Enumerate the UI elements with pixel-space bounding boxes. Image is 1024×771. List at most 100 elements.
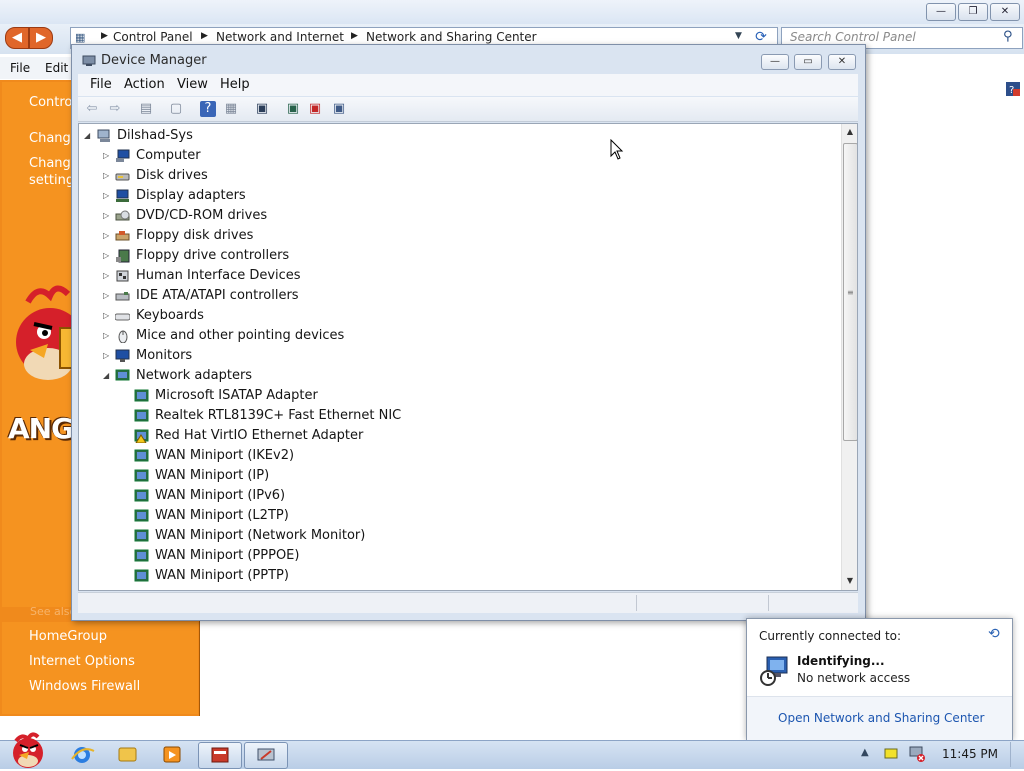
tree-root[interactable]: ◢ Dilshad-Sys: [79, 126, 839, 146]
tree-category[interactable]: ▷ IDE ATA/ATAPI controllers: [79, 286, 839, 306]
tree-device[interactable]: WAN Miniport (PPPOE): [79, 546, 839, 566]
network-device-icon: [134, 489, 149, 502]
uninstall-device-icon[interactable]: ▣: [307, 101, 323, 117]
tree-category[interactable]: ▷ Human Interface Devices: [79, 266, 839, 286]
breadcrumb-separator-icon[interactable]: ▶: [201, 31, 208, 41]
tree-device[interactable]: WAN Miniport (IPv6): [79, 486, 839, 506]
expand-arrow-icon[interactable]: ▷: [103, 286, 112, 306]
show-desktop-button[interactable]: [1010, 742, 1023, 767]
breadcrumb-separator-icon[interactable]: ▶: [351, 31, 358, 41]
tree-device-label: WAN Miniport (IP): [155, 468, 270, 483]
sidebar-link-internet-options[interactable]: Internet Options: [29, 654, 135, 669]
scan-hardware-icon[interactable]: ▣: [254, 101, 270, 117]
see-also-heading: See also: [30, 605, 77, 618]
scroll-down-arrow-icon[interactable]: ▼: [842, 573, 857, 589]
status-bar: [78, 592, 858, 613]
device-manager-toolbar: ⇦ ⇨ ▤ ▢ ? ▦ ▣ ▣ ▣ ▣: [78, 97, 858, 122]
sidebar-link-homegroup[interactable]: HomeGroup: [29, 629, 107, 644]
open-network-sharing-center-link[interactable]: Open Network and Sharing Center: [778, 711, 984, 725]
refresh-icon[interactable]: ⟲: [988, 626, 1000, 642]
expand-arrow-icon[interactable]: ▷: [103, 206, 112, 226]
back-arrow-icon[interactable]: ⇦: [84, 101, 100, 117]
control-panel-taskbar-button[interactable]: [198, 742, 242, 769]
close-button[interactable]: ✕: [828, 54, 856, 70]
device-manager-taskbar-button[interactable]: [244, 742, 288, 769]
breadcrumb-network-internet[interactable]: Network and Internet: [216, 30, 344, 44]
menu-file[interactable]: File: [10, 61, 30, 75]
scrollbar-grip-icon: ≡: [847, 288, 854, 297]
back-button[interactable]: ◀: [5, 27, 29, 49]
clock[interactable]: 11:45 PM: [942, 747, 998, 761]
tree-category-label: Network adapters: [136, 368, 253, 383]
tree-category[interactable]: ▷ Keyboards: [79, 306, 839, 326]
tree-category-label: Floppy drive controllers: [136, 248, 290, 263]
menu-help[interactable]: Help: [220, 77, 250, 92]
close-button[interactable]: ✕: [990, 3, 1020, 21]
media-player-icon[interactable]: [153, 742, 191, 767]
collapse-arrow-icon[interactable]: ◢: [84, 126, 93, 146]
help-icon[interactable]: ?: [1006, 82, 1020, 96]
tree-category[interactable]: ▷ Monitors: [79, 346, 839, 366]
action-pane-icon[interactable]: ▦: [223, 101, 239, 117]
maximize-button[interactable]: ▭: [794, 54, 822, 70]
tree-device[interactable]: WAN Miniport (L2TP): [79, 506, 839, 526]
action-center-flag-icon[interactable]: [884, 748, 898, 760]
tree-category[interactable]: ▷ Floppy disk drives: [79, 226, 839, 246]
update-driver-icon[interactable]: ▣: [285, 101, 301, 117]
menu-edit[interactable]: Edit: [45, 61, 68, 75]
help-icon[interactable]: ?: [200, 101, 216, 117]
forward-arrow-icon[interactable]: ⇨: [107, 101, 123, 117]
breadcrumb-network-sharing-center[interactable]: Network and Sharing Center: [366, 30, 537, 44]
expand-arrow-icon[interactable]: ▷: [103, 246, 112, 266]
tree-device[interactable]: WAN Miniport (Network Monitor): [79, 526, 839, 546]
show-hidden-icons-icon[interactable]: ▲: [861, 747, 869, 758]
tree-category[interactable]: ▷ Display adapters: [79, 186, 839, 206]
start-button[interactable]: [4, 731, 48, 769]
expand-arrow-icon[interactable]: ▷: [103, 266, 112, 286]
expand-arrow-icon[interactable]: ▷: [103, 226, 112, 246]
tree-device[interactable]: WAN Miniport (IP): [79, 466, 839, 486]
expand-arrow-icon[interactable]: ▷: [103, 326, 112, 346]
expand-arrow-icon[interactable]: ▷: [103, 146, 112, 166]
breadcrumb-separator-icon[interactable]: ▶: [101, 31, 108, 41]
tree-category[interactable]: ▷ Computer: [79, 146, 839, 166]
vertical-scrollbar[interactable]: ▲ ≡ ▼: [841, 124, 857, 590]
sidebar-link-control-panel-home[interactable]: Control: [29, 95, 76, 110]
network-device-icon: [134, 509, 149, 522]
tree-device[interactable]: WAN Miniport (IKEv2): [79, 446, 839, 466]
disable-device-icon[interactable]: ▣: [331, 101, 347, 117]
tree-device[interactable]: WAN Miniport (PPTP): [79, 566, 839, 586]
menu-view[interactable]: View: [177, 77, 208, 92]
show-hide-tree-icon[interactable]: ▤: [138, 101, 154, 117]
collapse-arrow-icon[interactable]: ◢: [103, 366, 112, 386]
expand-arrow-icon[interactable]: ▷: [103, 306, 112, 326]
windows-explorer-icon[interactable]: [108, 742, 146, 767]
menu-file[interactable]: File: [90, 77, 112, 92]
tree-category-expanded[interactable]: ◢ Network adapters: [79, 366, 839, 386]
expand-arrow-icon[interactable]: ▷: [103, 346, 112, 366]
address-dropdown-icon[interactable]: ▼: [735, 31, 742, 41]
network-device-icon: [134, 469, 149, 482]
maximize-button[interactable]: ❐: [958, 3, 988, 21]
tree-category[interactable]: ▷ Mice and other pointing devices: [79, 326, 839, 346]
minimize-button[interactable]: —: [761, 54, 789, 70]
tree-device[interactable]: Microsoft ISATAP Adapter: [79, 386, 839, 406]
breadcrumb-control-panel[interactable]: Control Panel: [113, 30, 193, 44]
menu-action[interactable]: Action: [124, 77, 165, 92]
tree-device[interactable]: Realtek RTL8139C+ Fast Ethernet NIC: [79, 406, 839, 426]
forward-button[interactable]: ▶: [29, 27, 53, 49]
tree-category[interactable]: ▷ DVD/CD-ROM drives: [79, 206, 839, 226]
tree-category[interactable]: ▷ Floppy drive controllers: [79, 246, 839, 266]
properties-icon[interactable]: ▢: [168, 101, 184, 117]
expand-arrow-icon[interactable]: ▷: [103, 186, 112, 206]
tree-device-warning[interactable]: Red Hat VirtIO Ethernet Adapter: [79, 426, 839, 446]
expand-arrow-icon[interactable]: ▷: [103, 166, 112, 186]
search-icon[interactable]: ⚲: [1003, 29, 1013, 44]
scroll-up-arrow-icon[interactable]: ▲: [842, 124, 857, 140]
internet-explorer-icon[interactable]: [63, 742, 101, 767]
sidebar-link-windows-firewall[interactable]: Windows Firewall: [29, 679, 140, 694]
tree-category[interactable]: ▷ Disk drives: [79, 166, 839, 186]
scrollbar-thumb[interactable]: ≡: [843, 143, 857, 441]
network-tray-icon[interactable]: [908, 746, 926, 762]
minimize-button[interactable]: —: [926, 3, 956, 21]
